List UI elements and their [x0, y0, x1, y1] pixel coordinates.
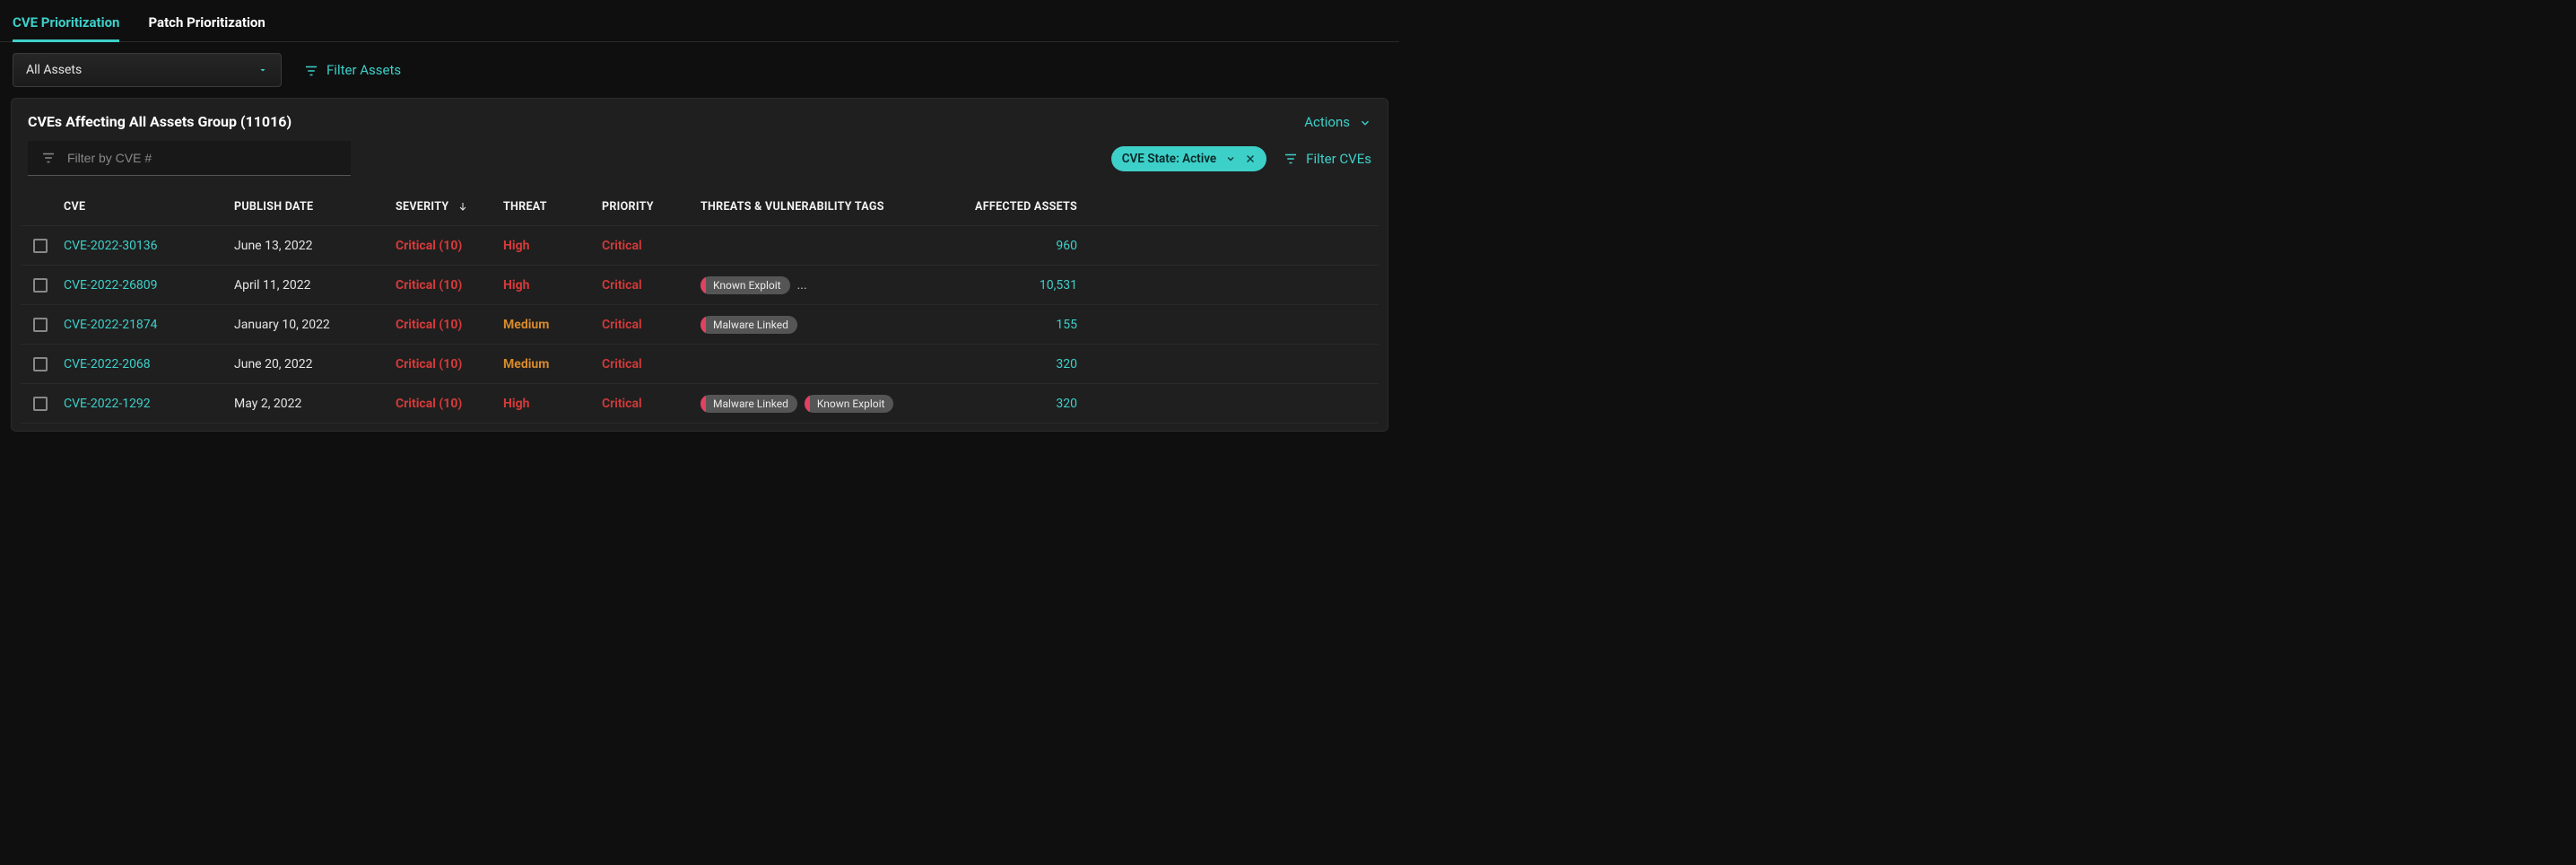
priority-value: Critical [602, 239, 701, 253]
tab-cve-prioritization[interactable]: CVE Prioritization [13, 9, 119, 42]
row-checkbox[interactable] [33, 278, 48, 293]
row-checkbox[interactable] [33, 397, 48, 411]
table-header-row: CVE PUBLISH DATE SEVERITY THREAT PRIORIT… [21, 187, 1379, 226]
table-row: CVE-2022-30136 June 13, 2022Critical (10)… [21, 226, 1379, 266]
chevron-down-icon [1225, 152, 1236, 166]
severity-value: Critical (10) [396, 397, 503, 411]
affected-assets-link[interactable]: 155 [952, 318, 1095, 332]
threat-value: High [503, 239, 602, 253]
severity-value: Critical (10) [396, 239, 503, 253]
panel-title: CVEs Affecting All Assets Group (11016) [28, 113, 292, 130]
tags-cell: Malware Linked [701, 316, 952, 334]
priority-value: Critical [602, 318, 701, 332]
threat-value: High [503, 397, 602, 411]
asset-group-select[interactable]: All Assets [13, 53, 282, 87]
row-checkbox[interactable] [33, 239, 48, 253]
cve-state-pill[interactable]: CVE State: Active [1111, 146, 1266, 171]
col-tags[interactable]: THREATS & VULNERABILITY TAGS [701, 200, 952, 214]
filter-assets-button[interactable]: Filter Assets [303, 62, 401, 78]
tags-cell: Known Exploit... [701, 276, 952, 294]
tab-bar: CVE Prioritization Patch Prioritization [0, 0, 1399, 42]
filter-icon [1283, 150, 1299, 167]
priority-value: Critical [602, 397, 701, 411]
cve-search-input[interactable] [67, 151, 338, 165]
priority-value: Critical [602, 357, 701, 371]
col-publish-date[interactable]: PUBLISH DATE [234, 200, 396, 214]
priority-value: Critical [602, 278, 701, 293]
top-filter-bar: All Assets Filter Assets [0, 42, 1399, 98]
cve-link[interactable]: CVE-2022-30136 [64, 239, 158, 253]
cve-search-box[interactable] [28, 141, 351, 176]
publish-date: January 10, 2022 [234, 318, 396, 332]
col-threat[interactable]: THREAT [503, 200, 602, 214]
publish-date: April 11, 2022 [234, 278, 396, 293]
table-row: CVE-2022-26809 April 11, 2022Critical (10… [21, 266, 1379, 305]
panel-right-filters: CVE State: Active Filter CVEs [1111, 146, 1371, 171]
affected-assets-link[interactable]: 10,531 [952, 278, 1095, 293]
cve-link[interactable]: CVE-2022-26809 [64, 278, 158, 293]
cve-link[interactable]: CVE-2022-1292 [64, 397, 151, 411]
cve-panel: CVEs Affecting All Assets Group (11016) … [11, 98, 1388, 432]
tags-overflow[interactable]: ... [797, 278, 807, 293]
threat-value: High [503, 278, 602, 293]
row-checkbox[interactable] [33, 318, 48, 332]
cve-link[interactable]: CVE-2022-2068 [64, 357, 151, 371]
chevron-down-icon [257, 63, 268, 77]
affected-assets-link[interactable]: 320 [952, 397, 1095, 411]
vulnerability-tag[interactable]: Malware Linked [701, 316, 797, 334]
sort-descending-icon [457, 200, 468, 214]
publish-date: June 20, 2022 [234, 357, 396, 371]
threat-value: Medium [503, 318, 602, 332]
panel-header: CVEs Affecting All Assets Group (11016) … [12, 99, 1388, 141]
filter-assets-label: Filter Assets [326, 62, 401, 78]
filter-icon [303, 62, 319, 78]
publish-date: June 13, 2022 [234, 239, 396, 253]
vulnerability-tag[interactable]: Known Exploit [805, 395, 894, 413]
col-cve[interactable]: CVE [64, 200, 234, 214]
filter-cves-button[interactable]: Filter CVEs [1283, 150, 1371, 167]
cve-state-pill-label: CVE State: Active [1122, 152, 1216, 166]
tab-patch-prioritization[interactable]: Patch Prioritization [148, 9, 265, 41]
cve-link[interactable]: CVE-2022-21874 [64, 318, 158, 332]
table-row: CVE-2022-21874 January 10, 2022Critical (… [21, 305, 1379, 345]
row-checkbox[interactable] [33, 357, 48, 371]
col-affected-assets[interactable]: AFFECTED ASSETS [952, 200, 1095, 214]
vulnerability-tag[interactable]: Known Exploit [701, 276, 790, 294]
severity-value: Critical (10) [396, 278, 503, 293]
tags-cell: Malware Linked Known Exploit [701, 395, 952, 413]
chevron-down-icon [1359, 114, 1371, 130]
col-priority[interactable]: PRIORITY [602, 200, 701, 214]
severity-value: Critical (10) [396, 318, 503, 332]
panel-subheader: CVE State: Active Filter CVEs [12, 141, 1388, 187]
table-row: CVE-2022-2068 June 20, 2022Critical (10)M… [21, 345, 1379, 384]
threat-value: Medium [503, 357, 602, 371]
actions-label: Actions [1304, 114, 1350, 130]
affected-assets-link[interactable]: 320 [952, 357, 1095, 371]
filter-icon [40, 150, 57, 166]
cve-table: CVE PUBLISH DATE SEVERITY THREAT PRIORIT… [12, 187, 1388, 431]
close-icon[interactable] [1245, 152, 1256, 166]
affected-assets-link[interactable]: 960 [952, 239, 1095, 253]
severity-value: Critical (10) [396, 357, 503, 371]
asset-group-select-value: All Assets [26, 63, 82, 77]
col-severity[interactable]: SEVERITY [396, 200, 503, 214]
vulnerability-tag[interactable]: Malware Linked [701, 395, 797, 413]
actions-menu-button[interactable]: Actions [1304, 114, 1371, 130]
table-row: CVE-2022-1292 May 2, 2022Critical (10)Hig… [21, 384, 1379, 424]
publish-date: May 2, 2022 [234, 397, 396, 411]
filter-cves-label: Filter CVEs [1306, 151, 1371, 167]
